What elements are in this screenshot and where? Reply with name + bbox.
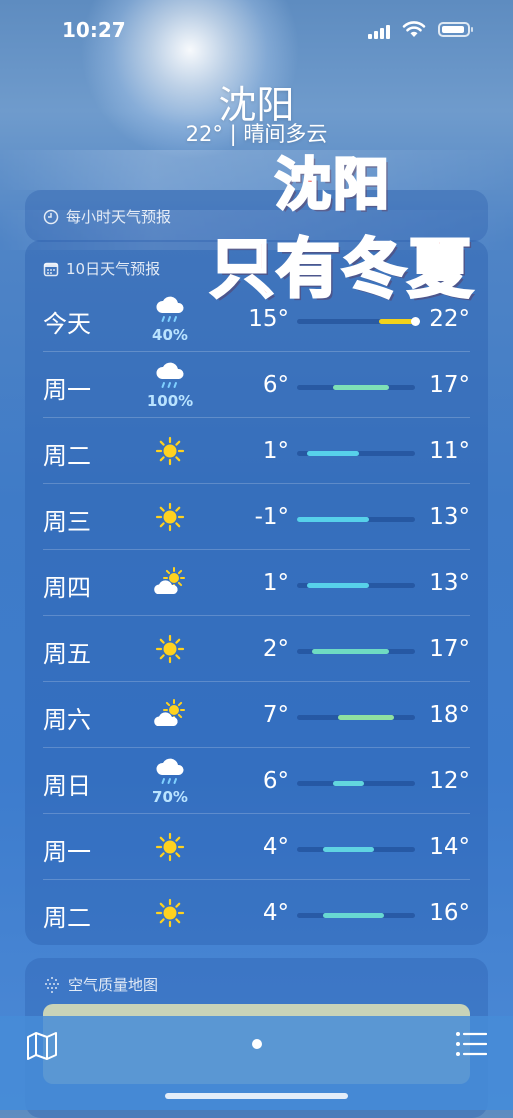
temperature-range-bar [322, 913, 385, 918]
hourly-forecast-title: 每小时天气预报 [66, 208, 172, 226]
cloud-streak [0, 150, 513, 190]
low-temp: 6° [262, 768, 289, 794]
low-temp: 7° [262, 702, 289, 728]
partly-cloudy-icon [153, 698, 187, 732]
temperature-range-track [297, 451, 415, 456]
low-temp: -1° [254, 504, 289, 530]
high-temp: 17° [429, 372, 470, 398]
partly-cloudy-icon [153, 566, 187, 600]
precipitation-chance: 100% [146, 392, 194, 410]
temperature-range-bar [297, 517, 369, 522]
high-temp: 13° [429, 570, 470, 596]
cloud-rain-icon [153, 756, 187, 790]
forecast-day: 今天 [43, 310, 91, 338]
current-summary: 22° | 晴间多云 [185, 122, 328, 146]
air-quality-title: 空气质量地图 [68, 976, 159, 994]
ten-day-forecast-title: 10日天气预报 [66, 260, 161, 278]
low-temp: 1° [262, 438, 289, 464]
temperature-range-bar [312, 649, 390, 654]
low-temp: 4° [262, 834, 289, 860]
low-temp: 2° [262, 636, 289, 662]
high-temp: 11° [429, 438, 470, 464]
temperature-range-track [297, 847, 415, 852]
status-time: 10:27 [62, 18, 126, 42]
high-temp: 17° [429, 636, 470, 662]
forecast-day: 周四 [43, 574, 91, 602]
temperature-range-bar [332, 385, 390, 390]
sun-icon [153, 434, 187, 468]
cellular-signal-icon [368, 25, 390, 39]
forecast-day: 周三 [43, 508, 91, 536]
high-temp: 14° [429, 834, 470, 860]
high-temp: 12° [429, 768, 470, 794]
sun-icon [153, 830, 187, 864]
forecast-row[interactable]: 周三 -1° 13° [25, 484, 488, 550]
home-indicator [165, 1093, 348, 1099]
temperature-range-bar [332, 781, 364, 786]
battery-icon [438, 22, 473, 37]
page-indicator[interactable] [252, 1039, 262, 1049]
ten-day-forecast-header: 10日天气预报 [43, 258, 160, 279]
precipitation-chance: 40% [152, 326, 188, 344]
cloud-rain-icon [153, 294, 187, 328]
overlay-title-line1: 沈阳 [274, 151, 391, 220]
temperature-range-bar [338, 715, 395, 720]
forecast-row[interactable]: 周二 1° 11° [25, 418, 488, 484]
forecast-day: 周二 [43, 442, 91, 470]
precipitation-chance: 70% [152, 788, 188, 806]
forecast-day: 周六 [43, 706, 91, 734]
wifi-icon [402, 21, 426, 37]
map-icon[interactable] [26, 1031, 58, 1061]
temperature-range-track [297, 317, 420, 326]
hourly-forecast-header: 每小时天气预报 [43, 206, 171, 227]
high-temp: 13° [429, 504, 470, 530]
current-temp-dot [410, 317, 420, 326]
temperature-range-track [297, 913, 415, 918]
temperature-range-track [297, 583, 415, 588]
temperature-range-bar [379, 319, 415, 324]
temperature-range-track [297, 715, 415, 720]
temperature-range-track [297, 517, 415, 522]
low-temp: 4° [262, 900, 289, 926]
forecast-day: 周一 [43, 376, 91, 404]
overlay-title-line2: 只有冬夏 [209, 231, 474, 309]
calendar-icon [43, 262, 59, 276]
high-temp: 18° [429, 702, 470, 728]
low-temp: 1° [262, 570, 289, 596]
forecast-day: 周一 [43, 838, 91, 866]
air-quality-icon [45, 976, 59, 993]
forecast-day: 周二 [43, 904, 91, 932]
status-bar: 10:27 [0, 18, 513, 44]
sun-icon [153, 500, 187, 534]
forecast-row[interactable]: 周一 4° 14° [25, 814, 488, 880]
ten-day-forecast-card[interactable]: 10日天气预报 今天 40% 15° 22° 周一 100% 6° 17° 周二 1° 11° 周三 -… [25, 240, 488, 945]
high-temp: 16° [429, 900, 470, 926]
temperature-range-track [297, 781, 415, 786]
forecast-row[interactable]: 周五 2° 17° [25, 616, 488, 682]
cloud-rain-icon [153, 360, 187, 394]
forecast-row[interactable]: 周日 70% 6° 12° [25, 748, 488, 814]
temperature-range-track [297, 385, 415, 390]
forecast-row[interactable]: 周四 1° 13° [25, 550, 488, 616]
temperature-range-bar [307, 583, 369, 588]
temperature-range-bar [322, 847, 374, 852]
forecast-day: 周日 [43, 772, 91, 800]
list-icon[interactable] [455, 1031, 487, 1057]
air-quality-header: 空气质量地图 [43, 974, 158, 995]
forecast-day: 周五 [43, 640, 91, 668]
sun-icon [153, 896, 187, 930]
clock-icon [43, 209, 59, 224]
low-temp: 6° [262, 372, 289, 398]
temperature-range-track [297, 649, 415, 654]
forecast-row[interactable]: 周二 4° 16° [25, 880, 488, 946]
forecast-row[interactable]: 周六 7° 18° [25, 682, 488, 748]
temperature-range-bar [307, 451, 359, 456]
sun-icon [153, 632, 187, 666]
forecast-row[interactable]: 周一 100% 6° 17° [25, 352, 488, 418]
